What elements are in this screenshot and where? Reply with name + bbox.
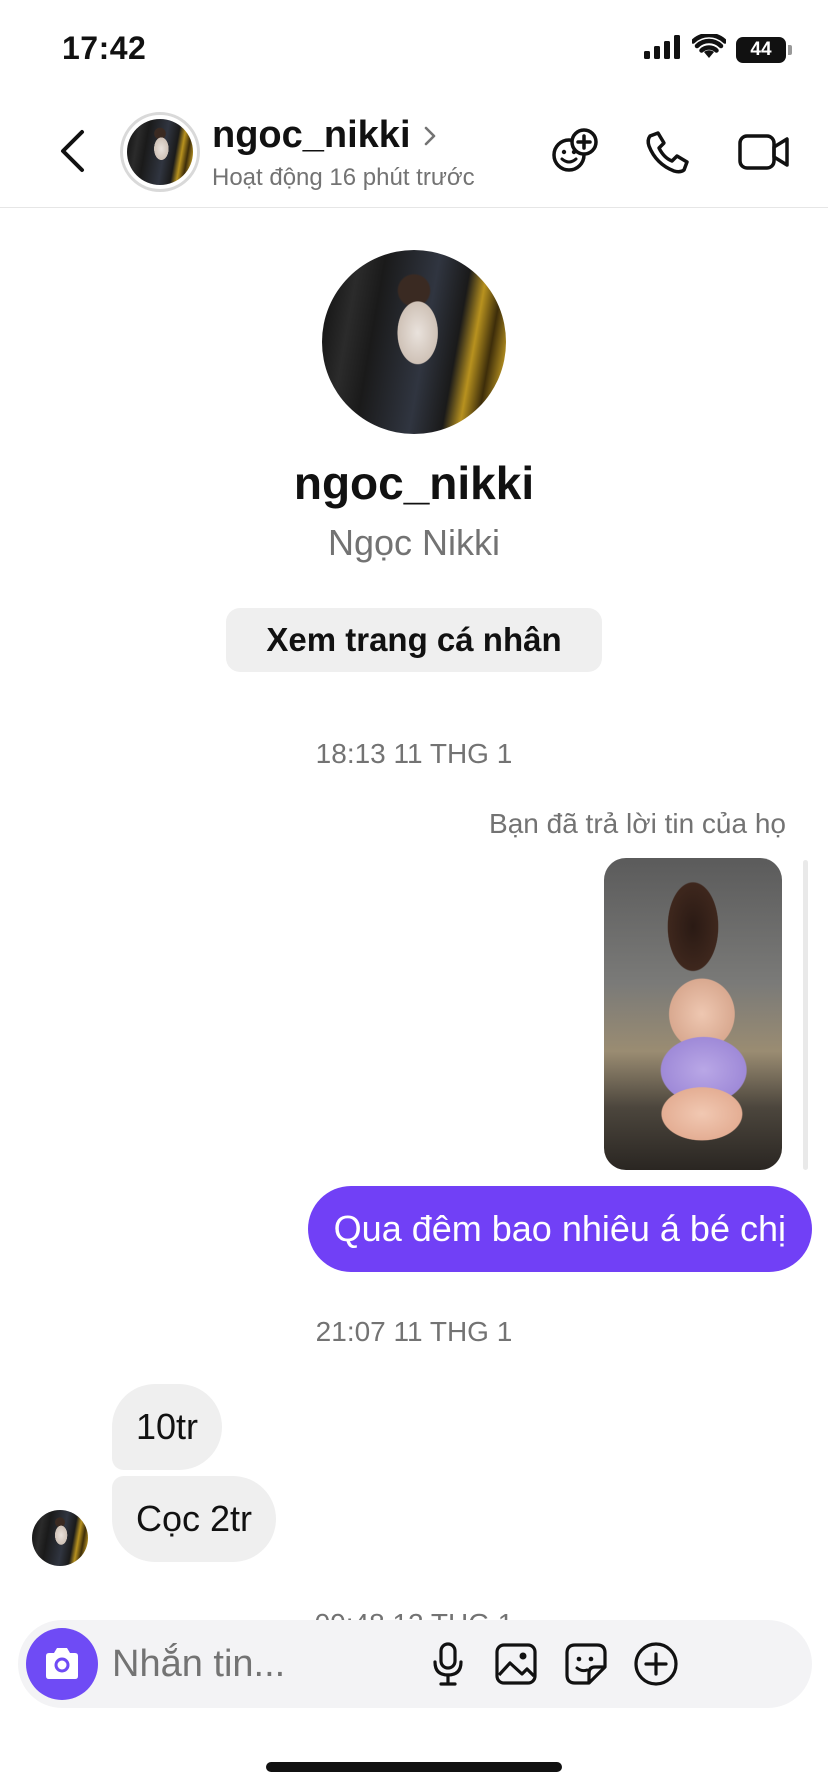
microphone-icon [433, 1642, 463, 1686]
home-indicator[interactable] [266, 1762, 562, 1772]
cellular-signal-icon [644, 35, 682, 64]
gallery-button[interactable] [492, 1640, 540, 1688]
battery-icon: 44 [736, 36, 786, 63]
replied-story-photo[interactable] [604, 858, 782, 1170]
profile-username: ngoc_nikki [293, 457, 535, 509]
voice-call-button[interactable] [640, 124, 696, 180]
message-timestamp: 18:13 11 THG 1 [315, 738, 513, 769]
video-call-button[interactable] [736, 124, 792, 180]
gallery-icon [495, 1643, 537, 1685]
status-bar: 17:42 44 [0, 0, 828, 100]
message-composer [18, 1620, 812, 1708]
status-icons: 44 [644, 32, 792, 65]
avatar-photo [127, 119, 193, 185]
scroll-indicator [803, 860, 808, 1170]
back-button[interactable] [52, 126, 92, 176]
status-time: 17:42 [62, 30, 147, 66]
view-profile-button[interactable]: Xem trang cá nhân [226, 608, 602, 672]
chevron-right-icon [424, 126, 435, 145]
sticker-icon [565, 1643, 607, 1685]
reply-note: Bạn đã trả lời tin của họ [489, 808, 786, 839]
add-emoji-button[interactable] [546, 124, 602, 180]
video-camera-icon [738, 134, 789, 170]
camera-button[interactable] [26, 1628, 98, 1700]
received-message-bubble[interactable]: 10tr [112, 1384, 223, 1470]
message-timestamp: 21:07 11 THG 1 [315, 1316, 513, 1347]
plus-icon [634, 1642, 678, 1686]
sticker-button[interactable] [562, 1640, 610, 1688]
wifi-icon [690, 32, 728, 65]
add-emoji-icon [552, 128, 598, 172]
more-options-button[interactable] [632, 1640, 680, 1688]
phone-icon [646, 131, 689, 174]
battery-percentage: 44 [750, 38, 772, 60]
header-avatar[interactable] [120, 112, 200, 192]
profile-avatar[interactable] [322, 250, 506, 434]
header-username: ngoc_nikki [212, 114, 411, 156]
back-chevron-icon [61, 130, 84, 172]
activity-status: Hoạt động 16 phút trước [212, 164, 475, 191]
sent-message-bubble[interactable]: Qua đêm bao nhiêu á bé chị [307, 1186, 812, 1272]
profile-full-name: Ngọc Nikki [327, 522, 501, 563]
camera-icon [46, 1648, 78, 1679]
battery-cap [788, 44, 792, 55]
chat-header: ngoc_nikki Hoạt động 16 phút trước [0, 100, 828, 208]
received-message-bubble[interactable]: Cọc 2tr [112, 1476, 277, 1562]
header-username-link[interactable]: ngoc_nikki [212, 114, 437, 157]
voice-message-button[interactable] [424, 1640, 472, 1688]
sender-avatar[interactable] [32, 1510, 88, 1566]
